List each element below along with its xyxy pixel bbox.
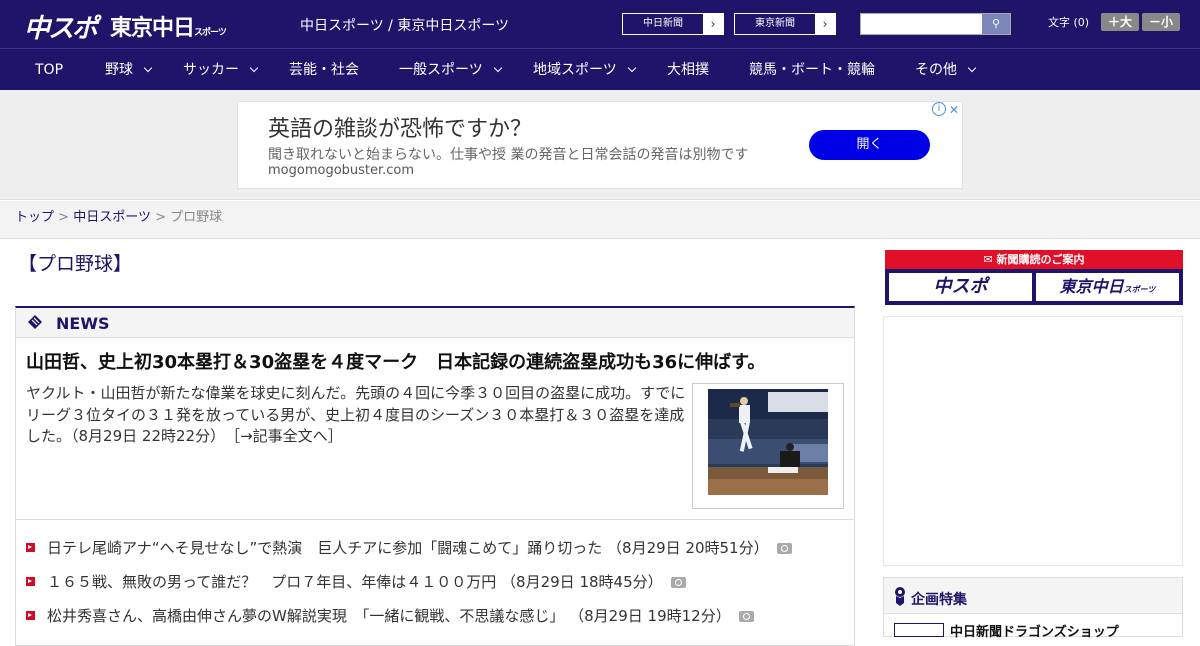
camera-icon: [670, 577, 686, 588]
bullet-icon: [26, 611, 35, 620]
ticket-icon: ✉: [983, 253, 997, 266]
chunichi-shimbun-label: 中日新聞: [643, 18, 683, 29]
nav-label: 地域スポーツ: [533, 62, 617, 78]
nav-label: 一般スポーツ: [399, 62, 483, 78]
news-item-time: （8月29日 18時45分）: [501, 573, 663, 591]
ad-subtext: 聞き取れないと始まらない。仕事や授 業の発音と日常会話の発音は別物です: [268, 147, 749, 163]
camera-icon: [776, 543, 792, 554]
font-size-label: 文字 (0): [1048, 16, 1090, 29]
news-item-title: １６５戦、無敗の男って誰だ？ プロ７年目、年俸は４１００万円: [47, 573, 497, 591]
news-list-item[interactable]: 松井秀喜さん、高橋由伸さん夢のW解説実現 「一緒に観戦、不思議な感じ」 （8月2…: [26, 605, 754, 626]
news-divider: [16, 519, 854, 520]
bullet-icon: [26, 543, 35, 552]
tokyo-chunichi-logo-text: 東京中日: [110, 16, 195, 41]
read-more-link[interactable]: ［→記事全文へ］: [233, 427, 343, 445]
camera-icon: [738, 611, 754, 622]
search-input[interactable]: [861, 14, 981, 34]
subscription-title: ✉ 新聞購読のご案内: [885, 250, 1183, 269]
search-box: ⚲: [860, 13, 1011, 35]
breadcrumb-home[interactable]: トップ: [15, 210, 54, 225]
ad-headline: 英語の雑談が恐怖ですか？: [268, 117, 533, 142]
feature-item[interactable]: 中日新聞ドラゴンズショップ: [950, 621, 1119, 640]
feature-header: 企画特集: [884, 578, 1182, 614]
nav-item-racing[interactable]: 競馬・ボート・競輪: [749, 49, 875, 91]
ad-domain: mogomogobuster.com: [268, 163, 415, 178]
news-list-item[interactable]: 日テレ尾崎アナ“へそ見せなし”で熱演 巨人チアに参加「闘魂こめて」踊り切った （…: [26, 537, 792, 558]
breadcrumb-current: プロ野球: [170, 210, 223, 225]
chevron-right-icon: ›: [815, 14, 835, 34]
chevron-down-icon: [627, 63, 636, 73]
chevron-down-icon: [249, 63, 259, 73]
ribbon-icon: [895, 587, 905, 606]
nav-label: 大相撲: [667, 62, 709, 78]
nav-label: サッカー: [183, 62, 239, 78]
newspaper-icon: [28, 315, 42, 329]
top-story-lead-text: ヤクルト・山田哲が新たな偉業を球史に刻んだ。先頭の４回に今季３０回目の盗塁に成功…: [26, 384, 686, 445]
nav-item-baseball[interactable]: 野球: [105, 49, 153, 91]
nav-label: TOP: [35, 62, 64, 78]
ad-band: 英語の雑談が恐怖ですか？ 聞き取れないと始まらない。仕事や授 業の発音と日常会話…: [0, 90, 1200, 200]
news-item-time: （8月29日 19時12分）: [569, 607, 731, 625]
subscribe-tokyo-chunichi-button[interactable]: 東京中日スポーツ: [1036, 273, 1179, 301]
breadcrumb-sep: >: [155, 210, 166, 225]
ad-open-button[interactable]: 開く: [809, 130, 930, 160]
ad-close-icon[interactable]: ✕: [946, 102, 962, 118]
tokyo-chunichi-logo[interactable]: 東京中日スポーツ: [110, 10, 227, 42]
main-nav: TOP 野球 サッカー 芸能・社会 一般スポーツ 地域スポーツ 大相撲 競馬・ボ…: [0, 48, 1200, 90]
news-item-time: （8月29日 20時51分）: [607, 539, 769, 557]
news-section: NEWS 山田哲、史上初30本塁打＆30盗塁を４度マーク 日本記録の連続盗塁成功…: [15, 306, 855, 646]
news-header: NEWS: [16, 308, 854, 338]
subscribe-chuspo-button[interactable]: 中スポ: [889, 273, 1032, 301]
chevron-down-icon: [143, 63, 153, 73]
nav-item-general-sports[interactable]: 一般スポーツ: [399, 49, 502, 91]
bullet-icon: [26, 577, 35, 586]
nav-item-regional-sports[interactable]: 地域スポーツ: [533, 49, 636, 91]
search-icon: ⚲: [991, 17, 1001, 30]
top-story-lead: ヤクルト・山田哲が新たな偉業を球史に刻んだ。先頭の４回に今季３０回目の盗塁に成功…: [26, 383, 686, 448]
tokyo-chunichi-logo-small: スポーツ: [194, 28, 227, 38]
chuspo-logo[interactable]: 中スポ: [24, 8, 98, 45]
chevron-right-icon: ›: [703, 14, 723, 34]
news-list-item[interactable]: １６５戦、無敗の男って誰だ？ プロ７年目、年俸は４１００万円 （8月29日 18…: [26, 571, 686, 592]
nav-label: その他: [915, 62, 957, 78]
breadcrumb-sep: >: [58, 210, 70, 225]
chevron-down-icon: [967, 63, 977, 73]
news-item-title: 日テレ尾崎アナ“へそ見せなし”で熱演 巨人チアに参加「闘魂こめて」踊り切った: [47, 539, 603, 557]
sidebar-ad-slot[interactable]: [883, 316, 1183, 566]
banner-ad[interactable]: 英語の雑談が恐怖ですか？ 聞き取れないと始まらない。仕事や授 業の発音と日常会話…: [237, 101, 963, 189]
tokyo-shimbun-label: 東京新聞: [755, 18, 795, 29]
news-item-title: 松井秀喜さん、高橋由伸さん夢のW解説実現 「一緒に観戦、不思議な感じ」: [47, 607, 565, 625]
baseball-photo: [708, 389, 828, 495]
breadcrumb: トップ > 中日スポーツ > プロ野球: [0, 201, 1200, 239]
subscription-banner: ✉ 新聞購読のご案内 中スポ 東京中日スポーツ: [885, 250, 1183, 305]
nav-item-soccer[interactable]: サッカー: [183, 49, 259, 91]
font-smaller-button[interactable]: －小: [1142, 13, 1180, 31]
chunichi-shimbun-link[interactable]: 中日新聞 ›: [622, 13, 724, 35]
nav-label: 野球: [105, 62, 133, 78]
dragons-shop-thumbnail[interactable]: [894, 623, 944, 637]
top-story-thumbnail[interactable]: [692, 383, 844, 509]
subscription-label: 新聞購読のご案内: [996, 253, 1085, 266]
nav-label: 競馬・ボート・競輪: [749, 62, 875, 78]
chevron-down-icon: [493, 63, 502, 73]
site-links[interactable]: 中日スポーツ / 東京中日スポーツ: [300, 15, 509, 35]
nav-label: 芸能・社会: [289, 62, 359, 78]
news-label: NEWS: [56, 314, 110, 333]
nav-item-other[interactable]: その他: [915, 49, 977, 91]
subscribe-tokyo-chunichi-label: 東京中日: [1059, 277, 1124, 296]
nav-item-top[interactable]: TOP: [35, 49, 63, 91]
top-header: 中スポ 東京中日スポーツ 中日スポーツ / 東京中日スポーツ 中日新聞 › 東京…: [0, 0, 1200, 48]
nav-item-entertainment[interactable]: 芸能・社会: [289, 49, 359, 91]
feature-label: 企画特集: [911, 592, 967, 608]
breadcrumb-section[interactable]: 中日スポーツ: [73, 210, 151, 225]
page-title: 【プロ野球】: [18, 253, 133, 275]
subscribe-tokyo-chunichi-small: スポーツ: [1123, 285, 1156, 294]
search-button[interactable]: ⚲: [982, 14, 1010, 34]
feature-section: 企画特集 中日新聞ドラゴンズショップ: [883, 577, 1183, 640]
nav-item-sumo[interactable]: 大相撲: [667, 49, 709, 91]
top-story-headline[interactable]: 山田哲、史上初30本塁打＆30盗塁を４度マーク 日本記録の連続盗塁成功も36に伸…: [26, 348, 765, 374]
font-larger-button[interactable]: ＋大: [1101, 13, 1139, 31]
tokyo-shimbun-link[interactable]: 東京新聞 ›: [734, 13, 836, 35]
ad-info-icon[interactable]: i: [932, 102, 946, 116]
